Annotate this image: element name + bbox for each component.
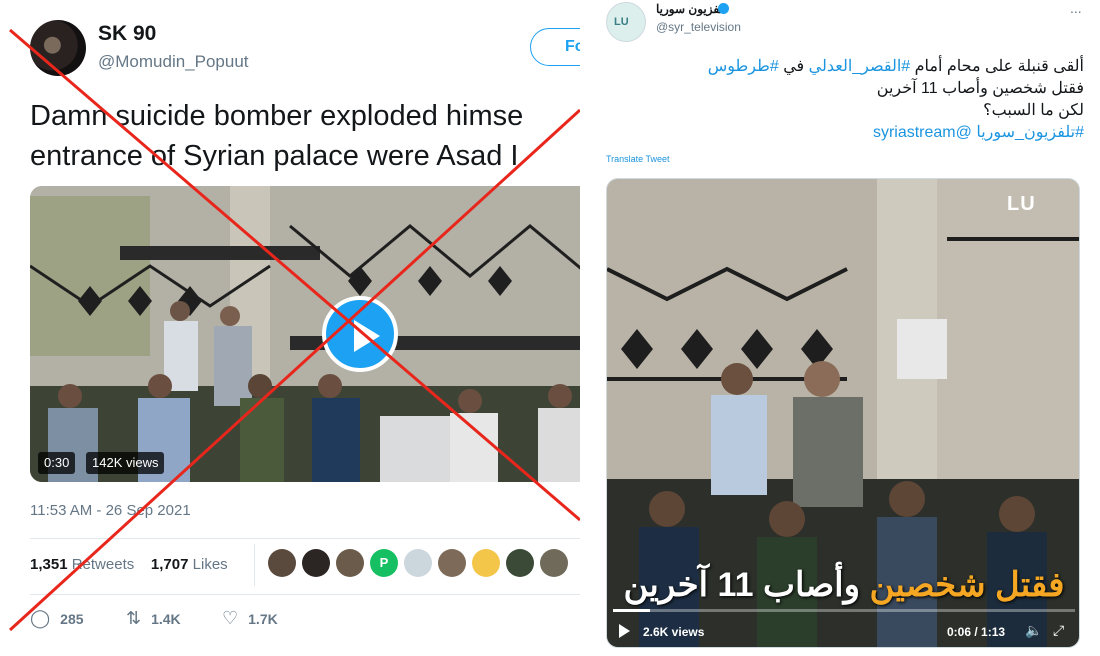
- hashtag-link[interactable]: #القصر_العدلي: [809, 58, 911, 75]
- tweet-text-line: entrance of Syrian palace were Asad I: [30, 140, 519, 172]
- more-options-button[interactable]: ...: [1070, 0, 1082, 16]
- reply-count: 285: [60, 611, 84, 627]
- retweet-button[interactable]: ⇅ 1.4K: [126, 608, 181, 629]
- divider: [30, 594, 580, 595]
- avatar[interactable]: [30, 20, 86, 76]
- retweet-count: 1.4K: [151, 611, 181, 627]
- tweet-text-line: ألقى قنبلة على محام أمام #القصر_العدلي ف…: [614, 56, 1084, 78]
- avatar[interactable]: [268, 549, 296, 577]
- video-views: 142K views: [86, 452, 165, 474]
- video-progress-fill: [613, 609, 650, 612]
- author-handle[interactable]: @Momudin_Popuut: [98, 52, 249, 72]
- video-caption: فقتل شخصين وأصاب 11 آخرين: [607, 565, 1079, 605]
- avatar[interactable]: LU: [606, 2, 646, 42]
- heart-icon: ♡: [222, 608, 239, 628]
- author-handle[interactable]: @syr_television: [656, 20, 741, 34]
- tweet-timestamp[interactable]: 11:53 AM - 26 Sep 2021: [30, 502, 191, 519]
- divider: [30, 538, 580, 539]
- fake-tweet-panel: SK 90 @Momudin_Popuut Fo Damn suicide bo…: [0, 0, 580, 656]
- like-count: 1.7K: [248, 611, 278, 627]
- volume-icon[interactable]: 🔈: [1025, 622, 1042, 639]
- tweet-text-line: لكن ما السبب؟: [983, 102, 1084, 119]
- video-caption-highlight: فقتل شخصين: [869, 566, 1065, 604]
- retweets-label[interactable]: Retweets: [72, 556, 135, 573]
- avatar[interactable]: [540, 549, 568, 577]
- likes-count[interactable]: 1,707: [151, 556, 189, 573]
- video-player[interactable]: [30, 186, 580, 482]
- engagement-stats: 1,351 Retweets 1,707 Likes: [30, 556, 228, 573]
- video-views: 2.6K views: [643, 625, 705, 639]
- hashtag-link[interactable]: #طرطوس: [708, 58, 779, 75]
- avatar[interactable]: [472, 549, 500, 577]
- play-icon: [354, 320, 380, 352]
- tweet-text-fragment: ألقى قنبلة على محام أمام: [910, 58, 1084, 75]
- video-caption-text: وأصاب 11 آخرين: [623, 566, 870, 604]
- hashtag-link[interactable]: #تلفزيون_سوريا: [976, 124, 1084, 141]
- tweet-text: ألقى قنبلة على محام أمام #القصر_العدلي ف…: [614, 56, 1084, 144]
- video-progress-bar[interactable]: [613, 609, 1075, 612]
- video-time: 0:06 / 1:13: [947, 625, 1006, 639]
- avatar[interactable]: [438, 549, 466, 577]
- divider: [254, 544, 255, 586]
- verified-badge-icon: [718, 3, 729, 14]
- tweet-text-fragment: في: [778, 58, 809, 75]
- original-tweet-panel: LU تلفزيون سوريا @syr_television ... ألق…: [590, 0, 1100, 656]
- tweet-text-line: #تلفزيون_سوريا @syriastream: [614, 122, 1084, 144]
- tweet-text-line: فقتل شخصين وأصاب 11 آخرين: [876, 80, 1084, 97]
- retweet-icon: ⇅: [126, 608, 142, 628]
- likes-label[interactable]: Likes: [193, 556, 228, 573]
- video-duration: 0:30: [38, 452, 76, 474]
- channel-logo: LU: [1007, 193, 1036, 215]
- follow-button[interactable]: Fo: [530, 28, 580, 66]
- play-button[interactable]: [322, 296, 398, 372]
- avatar[interactable]: [336, 549, 364, 577]
- avatar[interactable]: P: [370, 549, 398, 577]
- play-icon[interactable]: [619, 624, 630, 638]
- tweet-text: Damn suicide bomber exploded himse entra…: [30, 96, 580, 176]
- reply-button[interactable]: ◯ 285: [30, 608, 84, 629]
- video-frame: [30, 186, 580, 482]
- translate-tweet-link[interactable]: Translate Tweet: [606, 154, 670, 164]
- avatar[interactable]: [302, 549, 330, 577]
- video-player[interactable]: LU فقتل شخصين وأصاب 11 آخرين 2.6K views …: [606, 178, 1080, 648]
- reply-icon: ◯: [30, 608, 51, 628]
- mention-link[interactable]: @syriastream: [873, 124, 972, 141]
- author-name[interactable]: تلفزيون سوريا: [656, 2, 727, 16]
- fullscreen-icon[interactable]: ⤢: [1053, 622, 1064, 639]
- tweet-text-line: Damn suicide bomber exploded himse: [30, 100, 524, 132]
- author-name[interactable]: SK 90: [98, 22, 156, 46]
- like-button[interactable]: ♡ 1.7K: [222, 608, 278, 629]
- retweets-count[interactable]: 1,351: [30, 556, 68, 573]
- avatar[interactable]: [506, 549, 534, 577]
- avatar[interactable]: [404, 549, 432, 577]
